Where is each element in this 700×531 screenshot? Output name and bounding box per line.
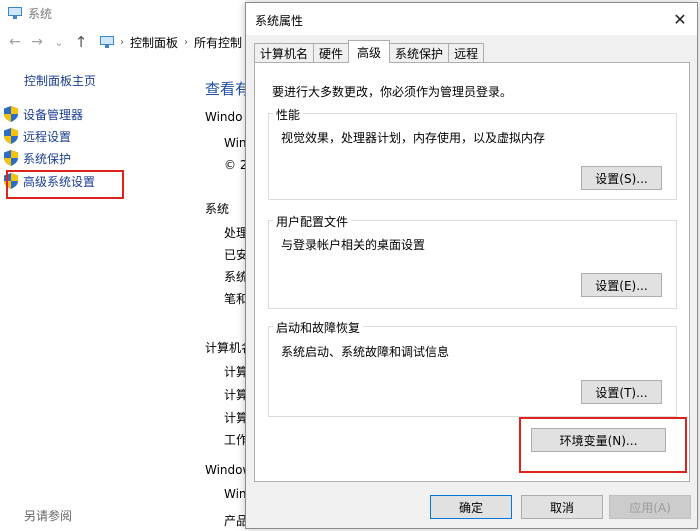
group-description: 与登录帐户相关的桌面设置 [281,238,426,252]
sidebar-item-system-protection[interactable]: 系统保护 [4,149,71,167]
system-properties-dialog: 系统属性 ✕ 计算机名 硬件 高级 系统保护 远程 要进行大多数更改，你必须作为… [245,2,698,529]
tab-advanced[interactable]: 高级 [348,40,391,63]
control-panel-home-link[interactable]: 控制面板主页 [24,72,96,89]
tab-hardware[interactable]: 硬件 [313,43,350,63]
page-heading: 查看有 [205,80,251,98]
recent-locations-chevron-icon[interactable]: ⌄ [48,31,70,53]
ok-button[interactable]: 确定 [430,495,512,519]
breadcrumb-separator-icon: › [120,36,124,48]
uac-shield-icon [4,128,18,144]
performance-group: 性能 视觉效果，处理器计划，内存使用，以及虚拟内存 设置(S)... [268,106,677,200]
tab-system-protection[interactable]: 系统保护 [389,43,450,63]
system-section-heading: 系统 [205,202,230,216]
performance-settings-button[interactable]: 设置(S)... [581,166,662,190]
up-arrow-icon[interactable]: ↑ [70,31,92,53]
sidebar-item-label: 远程设置 [23,129,72,144]
group-label: 性能 [273,106,304,123]
activation-row-label: Win [224,487,247,501]
breadcrumb-all-items[interactable]: 所有控制 [194,34,242,51]
group-description: 视觉效果，处理器计划，内存使用，以及虚拟内存 [281,131,546,145]
group-label: 用户配置文件 [273,213,352,230]
group-label: 启动和故障恢复 [273,319,364,336]
red-highlight-box [6,170,124,199]
apply-button[interactable]: 应用(A) [609,495,691,519]
address-bar[interactable]: › 控制面板 › 所有控制 [100,32,242,52]
window-title-bar: 系统 [8,4,52,22]
group-description: 系统启动、系统故障和调试信息 [281,345,450,359]
breadcrumb-control-panel[interactable]: 控制面板 [130,34,178,51]
red-highlight-box [519,417,687,473]
tab-remote[interactable]: 远程 [448,43,485,63]
uac-shield-icon [4,106,18,122]
breadcrumb-separator-icon: › [184,36,189,48]
close-icon[interactable]: ✕ [667,7,693,31]
tab-strip: 计算机名 硬件 高级 系统保护 远程 [254,40,485,63]
see-also-heading: 另请参阅 [24,509,73,523]
back-arrow-icon[interactable]: ← [4,31,26,53]
window-title: 系统 [28,6,53,21]
admin-note: 要进行大多数更改，你必须作为管理员登录。 [272,85,513,99]
sidebar-item-label: 设备管理器 [23,107,84,122]
sidebar-item-device-manager[interactable]: 设备管理器 [4,105,83,123]
sidebar-item-remote-settings[interactable]: 远程设置 [4,127,71,145]
startup-recovery-group: 启动和故障恢复 系统启动、系统故障和调试信息 设置(T)... [268,319,677,417]
user-profiles-settings-button[interactable]: 设置(E)... [581,273,662,297]
edition-value: Win [224,136,247,150]
windows-edition-heading: Windo [205,110,243,124]
sidebar-item-label: 系统保护 [23,151,72,166]
cancel-button[interactable]: 取消 [521,495,603,519]
startup-recovery-settings-button[interactable]: 设置(T)... [581,380,662,404]
dialog-title: 系统属性 [255,14,304,28]
uac-shield-icon [4,150,18,166]
navigation-bar: ← → ⌄ ↑ [4,30,92,54]
dialog-title-bar: 系统属性 ✕ [246,3,697,35]
copyright-value: © 2 [224,158,248,172]
user-profiles-group: 用户配置文件 与登录帐户相关的桌面设置 设置(E)... [268,213,677,309]
system-computer-icon [8,7,22,19]
tab-computer-name[interactable]: 计算机名 [254,43,315,63]
control-panel-icon [100,36,114,48]
forward-arrow-icon[interactable]: → [26,31,48,53]
